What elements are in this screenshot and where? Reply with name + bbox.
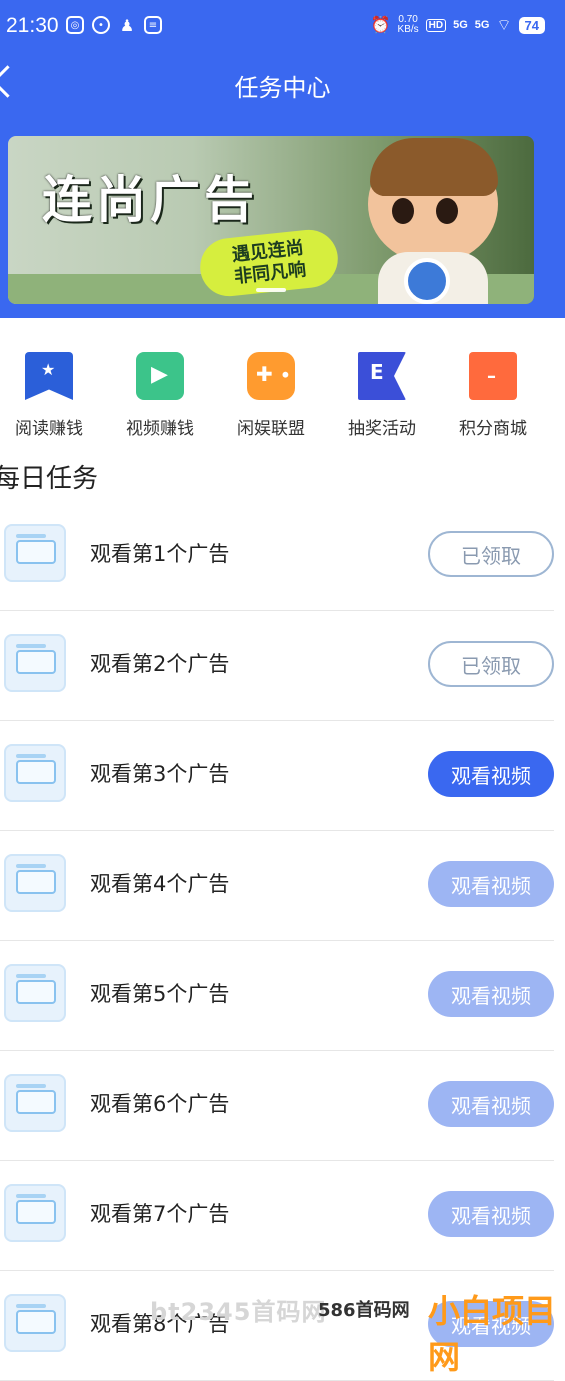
alarm-icon: ⏰: [370, 17, 391, 34]
task-action-button[interactable]: 观看视频: [428, 971, 554, 1017]
promo-banner[interactable]: 连尚广告 遇见连尚 非同凡响: [8, 136, 534, 304]
app-notification-icon: ◎: [66, 16, 84, 34]
category-label: 阅读赚钱: [15, 419, 83, 439]
video-play-icon: ▶: [136, 352, 184, 400]
tv-ad-icon: [4, 524, 66, 582]
bookmark-star-icon: ★: [25, 352, 73, 400]
tv-ad-icon: [4, 634, 66, 692]
category-grid: ★ 阅读赚钱 ▶ 视频赚钱 ✚ ∙ 闲娱联盟 E 抽奖活动 – 积分商城: [0, 352, 565, 442]
status-time: 21:30: [6, 14, 59, 37]
task-action-button[interactable]: 观看视频: [428, 751, 554, 797]
page-title: 任务中心: [234, 74, 331, 102]
task-row: 观看第5个广告 观看视频: [0, 940, 554, 1051]
daily-tasks-title: 每日任务: [0, 464, 99, 494]
category-label: 积分商城: [459, 419, 527, 439]
category-label: 闲娱联盟: [237, 419, 305, 439]
category-label: 抽奖活动: [348, 419, 416, 439]
signal-5g-2: 5G: [474, 19, 490, 31]
watermark-logo: 小白项目网: [428, 1292, 557, 1376]
signal-5g-1: 5G: [453, 19, 468, 31]
task-title: 观看第2个广告: [90, 652, 230, 676]
wifi-icon: ⌔: [496, 17, 512, 34]
task-action-button[interactable]: 已领取: [428, 641, 554, 687]
cartoon-eye-left: [392, 198, 414, 224]
notification-icons: ◎ • ♟ ≡: [66, 15, 162, 35]
task-action-button[interactable]: 观看视频: [428, 1081, 554, 1127]
chat-notification-icon: •: [92, 16, 110, 34]
tv-ad-icon: [4, 1184, 66, 1242]
task-title: 观看第1个广告: [90, 542, 230, 566]
tv-ad-icon: [4, 1294, 66, 1352]
battery-indicator: 74: [518, 16, 545, 34]
task-row: 观看第6个广告 观看视频: [0, 1050, 554, 1161]
cartoon-eye-right: [436, 198, 458, 224]
task-row: 观看第7个广告 观看视频: [0, 1160, 554, 1271]
cartoon-toy-icon: [404, 258, 450, 304]
task-action-button[interactable]: 已领取: [428, 531, 554, 577]
tv-ad-icon: [4, 744, 66, 802]
tv-ad-icon: [4, 1074, 66, 1132]
gamepad-icon: ✚ ∙: [247, 352, 295, 400]
hd-indicator: HD: [425, 18, 447, 32]
category-video-earn[interactable]: ▶ 视频赚钱: [110, 352, 210, 439]
flag-list-icon: E: [358, 352, 406, 400]
qq-notification-icon: ♟: [119, 15, 135, 35]
banner-title: 连尚广告: [42, 171, 258, 229]
tv-ad-icon: [4, 964, 66, 1022]
tv-ad-icon: [4, 854, 66, 912]
task-title: 观看第5个广告: [90, 982, 230, 1006]
cartoon-hair: [370, 138, 498, 196]
task-row: 观看第2个广告 已领取: [0, 610, 554, 721]
status-bar: 21:30 ◎ • ♟ ≡ ⏰ 0.70 KB/s HD 5G 5G ⌔ 74: [0, 0, 565, 54]
task-row: 观看第4个广告 观看视频: [0, 830, 554, 941]
network-speed: 0.70 KB/s: [397, 14, 419, 35]
status-right: ⏰ 0.70 KB/s HD 5G 5G ⌔ 74: [371, 15, 545, 35]
calendar-notification-icon: ≡: [144, 16, 162, 34]
category-points-mall[interactable]: – 积分商城: [443, 352, 543, 439]
category-leisure-alliance[interactable]: ✚ ∙ 闲娱联盟: [221, 352, 321, 439]
category-lottery[interactable]: E 抽奖活动: [332, 352, 432, 439]
category-label: 视频赚钱: [126, 419, 194, 439]
task-row: 观看第1个广告 已领取: [0, 500, 554, 611]
task-title: 观看第4个广告: [90, 872, 230, 896]
task-action-button[interactable]: 观看视频: [428, 861, 554, 907]
category-read-earn[interactable]: ★ 阅读赚钱: [0, 352, 99, 439]
task-title: 观看第7个广告: [90, 1202, 230, 1226]
watermark-text-2: 586首码网: [318, 1300, 410, 1321]
gift-box-icon: –: [469, 352, 517, 400]
task-row: 观看第3个广告 观看视频: [0, 720, 554, 831]
nav-bar: 任务中心: [0, 60, 565, 110]
header: 21:30 ◎ • ♟ ≡ ⏰ 0.70 KB/s HD 5G 5G ⌔ 74 任…: [0, 0, 565, 318]
task-title: 观看第3个广告: [90, 762, 230, 786]
banner-page-indicator: [256, 288, 286, 292]
task-action-button[interactable]: 观看视频: [428, 1191, 554, 1237]
task-title: 观看第6个广告: [90, 1092, 230, 1116]
